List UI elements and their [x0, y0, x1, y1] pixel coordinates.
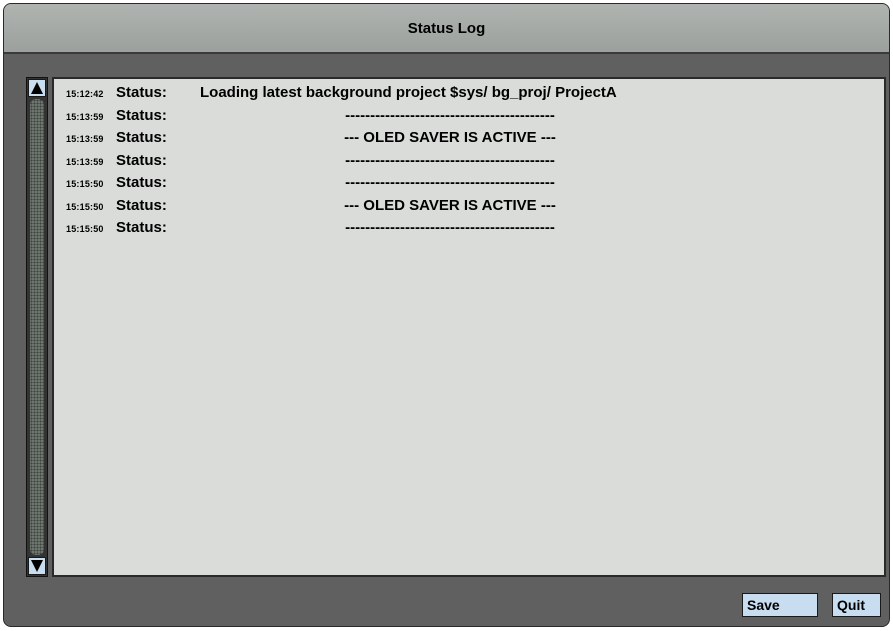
scroll-down-button[interactable]	[28, 557, 46, 575]
log-timestamp: 15:15:50	[66, 179, 104, 189]
log-status-label: Status:	[116, 174, 167, 191]
log-message: --- OLED SAVER IS ACTIVE ---	[344, 196, 556, 214]
log-message: Loading latest background project $sys/ …	[200, 84, 617, 101]
status-log-window: Status Log 15:12:42 Status: Loading latest…	[3, 3, 890, 627]
log-status-label: Status:	[116, 106, 167, 124]
log-status-label: Status:	[116, 151, 167, 169]
log-timestamp: 15:12:42	[66, 89, 104, 99]
log-message: ----------------------------------------…	[345, 174, 555, 191]
arrow-down-icon	[31, 560, 43, 572]
log-entry: 15:13:59 Status: -------------------------…	[66, 151, 866, 173]
vertical-scrollbar[interactable]	[26, 77, 48, 577]
quit-button[interactable]: Quit	[832, 593, 881, 617]
log-entry: 15:13:59 Status: -------------------------…	[66, 106, 866, 128]
log-timestamp: 15:13:59	[66, 134, 104, 144]
window-title: Status Log	[407, 20, 486, 37]
log-status-label: Status:	[116, 219, 167, 236]
log-status-label: Status:	[116, 84, 167, 101]
log-message: ----------------------------------------…	[345, 151, 555, 169]
log-timestamp: 15:13:59	[66, 156, 104, 167]
log-timestamp: 15:15:50	[66, 201, 104, 212]
scroll-track[interactable]	[30, 99, 44, 555]
log-message: ----------------------------------------…	[345, 106, 555, 124]
log-entry: 15:15:50 Status: -------------------------…	[66, 173, 866, 195]
scroll-up-button[interactable]	[28, 79, 46, 97]
log-timestamp: 15:15:50	[66, 224, 104, 234]
log-timestamp: 15:13:59	[66, 111, 104, 122]
log-entry: 15:13:59 Status: --- OLED SAVER IS ACTIVE …	[66, 128, 866, 150]
save-button[interactable]: Save	[742, 593, 818, 617]
log-entry: 15:12:42 Status: Loading latest background…	[66, 83, 866, 105]
log-message: ----------------------------------------…	[345, 219, 555, 236]
title-bar: Status Log	[4, 4, 889, 54]
log-message: --- OLED SAVER IS ACTIVE ---	[344, 129, 556, 146]
log-entry: 15:15:50 Status: -------------------------…	[66, 218, 866, 240]
arrow-up-icon	[31, 82, 43, 94]
log-status-label: Status:	[116, 196, 167, 214]
status-log-list[interactable]: 15:12:42 Status: Loading latest background…	[52, 77, 886, 577]
log-status-label: Status:	[116, 129, 167, 146]
log-entry: 15:15:50 Status: --- OLED SAVER IS ACTIVE …	[66, 196, 866, 218]
